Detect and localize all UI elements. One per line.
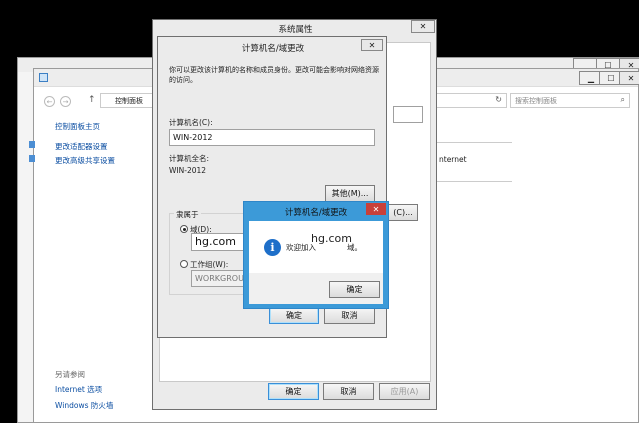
other-button-label: 其他(M)... [331, 189, 369, 198]
sidebar-link-adapter[interactable]: 更改适配器设置 [55, 141, 108, 152]
maximize-icon: ☐ [607, 73, 615, 83]
full-name-value: WIN-2012 [169, 166, 207, 175]
nav-forward-button[interactable]: → [60, 96, 71, 107]
welcome-body: i 欢迎加入 hg.com 域。 确定 [249, 221, 383, 304]
info-icon: i [264, 239, 281, 256]
minimize-icon: ▁ [587, 73, 595, 83]
sysprops-apply-button[interactable]: 应用(A) [379, 383, 430, 400]
name-dialog-ok-label: 确定 [286, 311, 302, 320]
search-box[interactable]: 搜索控制面板 ⌕ [510, 93, 630, 108]
sysprops-title: 系统属性 [278, 25, 313, 35]
back-icon: ← [46, 97, 53, 106]
name-dialog-cancel-label: 取消 [341, 311, 358, 320]
see-also-internet-options[interactable]: Internet 选项 [55, 384, 102, 395]
sysprops-ok-label: 确定 [285, 387, 302, 396]
close-icon: ✕ [419, 22, 427, 31]
see-also-firewall[interactable]: Windows 防火墙 [55, 400, 113, 411]
computer-name-label: 计算机名(C): [169, 118, 213, 127]
search-icon: ⌕ [620, 95, 625, 104]
sysprops-cancel-label: 取消 [340, 387, 357, 396]
sysprops-apply-label: 应用(A) [390, 387, 419, 396]
sidebar-link-home[interactable]: 控制面板主页 [55, 121, 100, 132]
change-button-label: (C)... [393, 208, 413, 217]
workgroup-input[interactable]: WORKGROUP [191, 270, 251, 287]
computer-name-input[interactable]: WIN-2012 [169, 129, 375, 146]
sysprops-close-button[interactable]: ✕ [411, 20, 435, 33]
welcome-domain: hg.com [311, 232, 352, 245]
see-also-title: 另请参阅 [55, 370, 85, 379]
sysprops-ok-button[interactable]: 确定 [268, 383, 319, 400]
nav-back-button[interactable]: ← [44, 96, 55, 107]
nav-up-button[interactable]: ↑ [88, 95, 96, 105]
close-icon: ✕ [372, 204, 380, 214]
name-dialog-cancel-button[interactable]: 取消 [324, 307, 375, 324]
close-icon: ✕ [368, 40, 376, 50]
welcome-ok-label: 确定 [346, 285, 363, 294]
welcome-ok-button[interactable]: 确定 [329, 281, 380, 298]
other-button[interactable]: 其他(M)... [325, 185, 375, 202]
refresh-icon[interactable]: ↻ [495, 95, 502, 104]
workgroup-radio[interactable] [180, 260, 188, 268]
sysprops-change-button[interactable]: (C)... [384, 204, 418, 221]
sidebar-link-sharing[interactable]: 更改高级共享设置 [55, 155, 115, 166]
name-dialog-close-button[interactable]: ✕ [361, 39, 383, 51]
sysprops-cancel-button[interactable]: 取消 [323, 383, 374, 400]
welcome-dialog: 计算机名/域更改 ✕ i 欢迎加入 hg.com 域。 确定 [243, 201, 389, 309]
name-dialog-title: 计算机名/域更改 [241, 44, 305, 54]
up-icon: ↑ [88, 95, 96, 105]
partial-text-2: nternet [439, 155, 467, 164]
close-icon: ✕ [627, 73, 635, 83]
domain-input[interactable]: hg.com [191, 233, 251, 251]
full-name-label: 计算机全名: [169, 154, 210, 163]
sysprops-description-field[interactable] [393, 106, 423, 123]
welcome-close-button[interactable]: ✕ [366, 203, 386, 215]
search-placeholder: 搜索控制面板 [515, 97, 557, 105]
workgroup-label: 工作组(W): [190, 260, 229, 269]
network-icon [39, 73, 48, 82]
welcome-suffix: 域。 [347, 243, 362, 252]
network-close-button[interactable]: ✕ [619, 71, 639, 85]
member-of-label: 隶属于 [174, 209, 201, 220]
name-dialog-ok-button[interactable]: 确定 [269, 307, 319, 324]
address-text: 控制面板 [115, 97, 143, 105]
shield-icon [29, 141, 35, 148]
name-dialog-description: 你可以更改该计算机的名称和成员身份。更改可能会影响对网络资源的访问。 [169, 66, 379, 84]
domain-radio[interactable] [180, 225, 188, 233]
divider [434, 181, 512, 182]
forward-icon: → [62, 97, 69, 106]
divider [434, 142, 512, 143]
shield-icon [29, 155, 35, 162]
